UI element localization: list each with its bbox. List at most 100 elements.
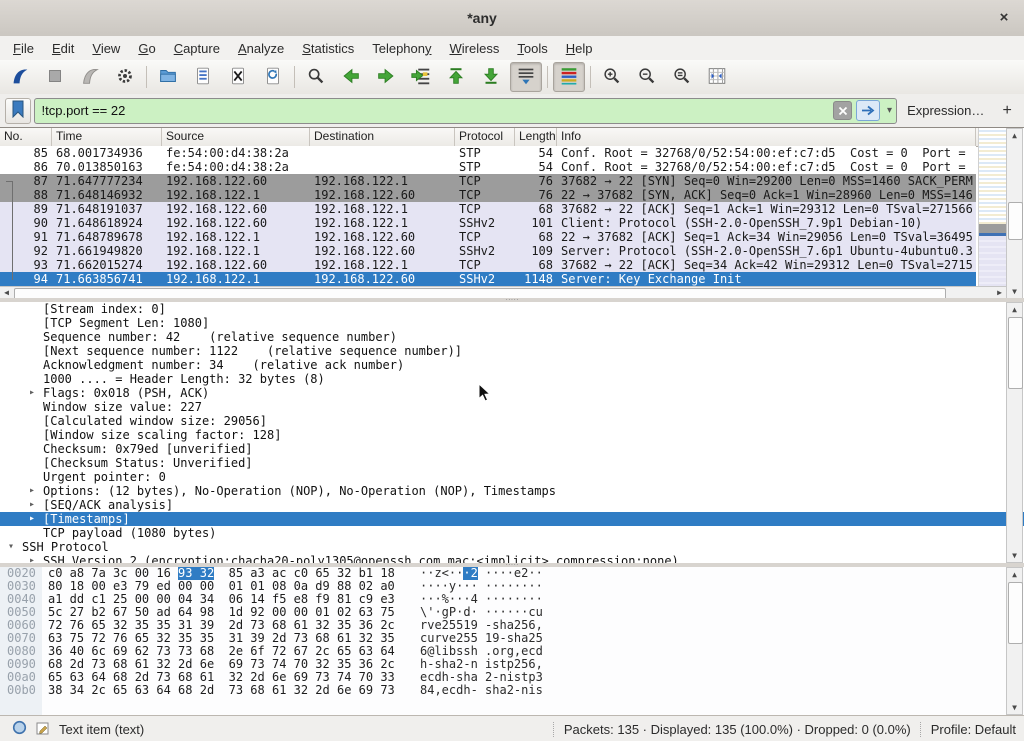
- collapsed-arrow-icon[interactable]: ▸: [29, 498, 35, 512]
- detail-line[interactable]: [Checksum Status: Unverified]: [0, 456, 1024, 470]
- collapsed-arrow-icon[interactable]: ▸: [29, 484, 35, 498]
- zoom-original-button[interactable]: [666, 62, 698, 92]
- scrollbar-thumb[interactable]: [1008, 202, 1023, 240]
- packet-row-85[interactable]: 8568.001734936fe:54:00:d4:38:2aSTP54Conf…: [0, 146, 976, 160]
- column-header-info[interactable]: Info: [557, 128, 976, 146]
- packet-row-87[interactable]: 8771.647777234192.168.122.60192.168.122.…: [0, 174, 976, 188]
- detail-line[interactable]: [TCP Segment Len: 1080]: [0, 316, 1024, 330]
- packet-row-86[interactable]: 8670.013850163fe:54:00:d4:38:2aSTP54Conf…: [0, 160, 976, 174]
- colorize-toggle[interactable]: [553, 62, 585, 92]
- menu-tools[interactable]: Tools: [508, 38, 556, 59]
- packet-row-93[interactable]: 9371.662015274192.168.122.60192.168.122.…: [0, 258, 976, 272]
- close-file-button[interactable]: [222, 62, 254, 92]
- column-header-source[interactable]: Source: [162, 128, 310, 146]
- menu-edit[interactable]: Edit: [43, 38, 83, 59]
- auto-scroll-toggle[interactable]: [510, 62, 542, 92]
- scroll-down-arrow[interactable]: ▼: [1007, 285, 1022, 298]
- detail-line[interactable]: Acknowledgment number: 34 (relative ack …: [0, 358, 1024, 372]
- scrollbar-thumb[interactable]: [1008, 582, 1023, 644]
- menu-go[interactable]: Go: [129, 38, 164, 59]
- packet-row-91[interactable]: 9171.648789678192.168.122.1192.168.122.6…: [0, 230, 976, 244]
- detail-line[interactable]: ▸[Timestamps]: [0, 512, 1024, 526]
- packet-row-88[interactable]: 8871.648146932192.168.122.1192.168.122.6…: [0, 188, 976, 202]
- menu-capture[interactable]: Capture: [165, 38, 229, 59]
- find-packet-button[interactable]: [300, 62, 332, 92]
- close-button[interactable]: ×: [994, 8, 1014, 28]
- packet-row-89[interactable]: 8971.648191037192.168.122.60192.168.122.…: [0, 202, 976, 216]
- column-header-length[interactable]: Length: [515, 128, 557, 146]
- column-header-destination[interactable]: Destination: [310, 128, 455, 146]
- collapsed-arrow-icon[interactable]: ▸: [29, 554, 35, 563]
- filter-bookmark-button[interactable]: [5, 98, 31, 124]
- expert-info-icon[interactable]: [12, 720, 27, 738]
- detail-line[interactable]: 1000 .... = Header Length: 32 bytes (8): [0, 372, 1024, 386]
- save-file-button[interactable]: [187, 62, 219, 92]
- detail-line[interactable]: ▸Flags: 0x018 (PSH, ACK): [0, 386, 1024, 400]
- column-header-time[interactable]: Time: [52, 128, 162, 146]
- column-header-no[interactable]: No.: [0, 128, 52, 146]
- menu-help[interactable]: Help: [557, 38, 602, 59]
- scroll-up-arrow[interactable]: ▲: [1007, 129, 1022, 142]
- open-file-button[interactable]: [152, 62, 184, 92]
- collapsed-arrow-icon[interactable]: ▸: [29, 512, 35, 526]
- display-filter-input[interactable]: !tcp.port == 22 ▾: [34, 98, 898, 124]
- detail-line[interactable]: TCP payload (1080 bytes): [0, 526, 1024, 540]
- start-capture-button[interactable]: [4, 62, 36, 92]
- menu-telephony[interactable]: Telephony: [363, 38, 440, 59]
- expanded-arrow-icon[interactable]: ▾: [8, 540, 14, 554]
- go-to-packet-button[interactable]: [405, 62, 437, 92]
- hex-row-00b0[interactable]: 00b038 34 2c 65 63 64 68 2d 73 68 61 32 …: [0, 684, 1024, 697]
- packet-row-94[interactable]: 9471.663856741192.168.122.1192.168.122.6…: [0, 272, 976, 286]
- display-filter-value[interactable]: !tcp.port == 22: [35, 103, 834, 118]
- scroll-down-arrow[interactable]: ▼: [1007, 549, 1022, 562]
- intelligent-scrollbar-minimap[interactable]: [978, 128, 1007, 286]
- detail-line[interactable]: Window size value: 227: [0, 400, 1024, 414]
- go-back-button[interactable]: [335, 62, 367, 92]
- menu-wireless[interactable]: Wireless: [441, 38, 509, 59]
- detail-line[interactable]: [Calculated window size: 29056]: [0, 414, 1024, 428]
- stop-capture-button[interactable]: [39, 62, 71, 92]
- add-filter-button[interactable]: +: [998, 102, 1016, 120]
- filter-history-dropdown[interactable]: ▾: [883, 105, 896, 116]
- detail-line[interactable]: [Window size scaling factor: 128]: [0, 428, 1024, 442]
- ascii-bytes[interactable]: 84,ecdh- sha2-nis: [420, 684, 543, 697]
- go-forward-button[interactable]: [370, 62, 402, 92]
- go-last-packet-button[interactable]: [475, 62, 507, 92]
- detail-line[interactable]: ▸Options: (12 bytes), No-Operation (NOP)…: [0, 484, 1024, 498]
- packet-row-92[interactable]: 9271.661949820192.168.122.1192.168.122.6…: [0, 244, 976, 258]
- detail-line[interactable]: Checksum: 0x79ed [unverified]: [0, 442, 1024, 456]
- detail-line[interactable]: Sequence number: 42 (relative sequence n…: [0, 330, 1024, 344]
- status-profile[interactable]: Profile: Default: [931, 722, 1016, 737]
- detail-line[interactable]: [Next sequence number: 1122 (relative se…: [0, 344, 1024, 358]
- reload-file-button[interactable]: [257, 62, 289, 92]
- menu-file[interactable]: File: [4, 38, 43, 59]
- detail-line[interactable]: ▾SSH Protocol: [0, 540, 1024, 554]
- restart-capture-button[interactable]: [74, 62, 106, 92]
- detail-line[interactable]: Urgent pointer: 0: [0, 470, 1024, 484]
- details-vscrollbar[interactable]: ▲ ▼: [1006, 302, 1023, 563]
- go-first-packet-button[interactable]: [440, 62, 472, 92]
- collapsed-arrow-icon[interactable]: ▸: [29, 386, 35, 400]
- capture-options-button[interactable]: [109, 62, 141, 92]
- zoom-in-button[interactable]: [596, 62, 628, 92]
- detail-line[interactable]: ▸[SEQ/ACK analysis]: [0, 498, 1024, 512]
- bytes-vscrollbar[interactable]: ▲ ▼: [1006, 567, 1023, 715]
- title-bar[interactable]: *any ×: [0, 0, 1024, 37]
- scrollbar-thumb[interactable]: [1008, 317, 1023, 389]
- filter-clear-button[interactable]: [833, 101, 852, 120]
- menu-statistics[interactable]: Statistics: [293, 38, 363, 59]
- detail-line[interactable]: ▸SSH Version 2 (encryption:chacha20-poly…: [0, 554, 1024, 563]
- detail-line[interactable]: [Stream index: 0]: [0, 302, 1024, 316]
- hex-bytes[interactable]: 38 34 2c 65 63 64 68 2d 73 68 61 32 2d 6…: [48, 684, 395, 697]
- menu-view[interactable]: View: [83, 38, 129, 59]
- capture-comment-icon[interactable]: [36, 721, 50, 738]
- column-header-protocol[interactable]: Protocol: [455, 128, 515, 146]
- menu-analyze[interactable]: Analyze: [229, 38, 293, 59]
- expression-button[interactable]: Expression…: [907, 103, 984, 118]
- scroll-down-arrow[interactable]: ▼: [1007, 701, 1022, 714]
- zoom-out-button[interactable]: [631, 62, 663, 92]
- filter-apply-button[interactable]: [856, 100, 880, 121]
- resize-columns-button[interactable]: [701, 62, 733, 92]
- packet-row-90[interactable]: 9071.648618924192.168.122.60192.168.122.…: [0, 216, 976, 230]
- packet-list-vscrollbar[interactable]: ▲ ▼: [1006, 128, 1023, 299]
